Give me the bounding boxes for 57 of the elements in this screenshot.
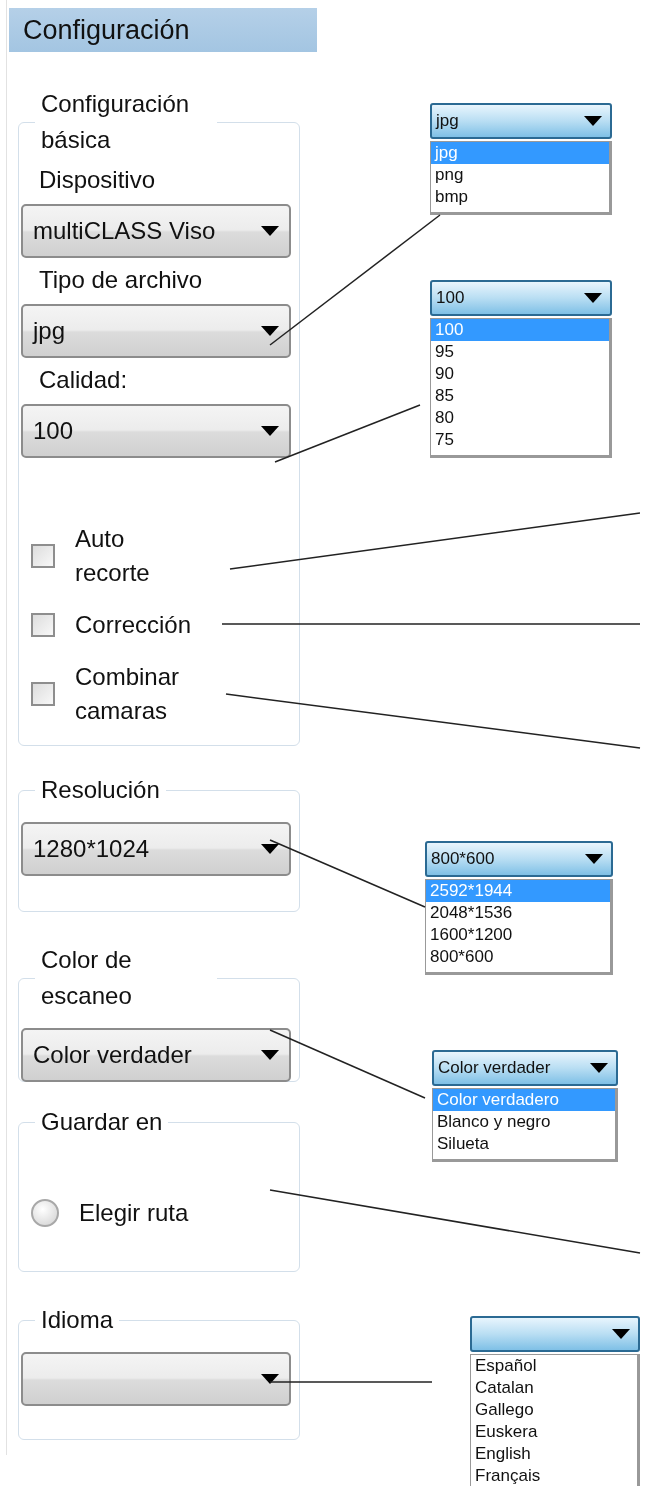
dropdown-option[interactable]: 800*600	[426, 946, 610, 968]
dropdown-option[interactable]: 90	[431, 363, 609, 385]
group-title: Color de escaneo	[40, 945, 133, 1011]
field-label: Calidad:	[39, 366, 129, 394]
checkbox-label: Combinar camaras	[75, 662, 181, 726]
panel-title: Configuración	[9, 8, 317, 52]
caret-icon	[585, 854, 603, 864]
dropdown-option[interactable]: Blanco y negro	[433, 1111, 615, 1133]
caret-icon	[584, 293, 602, 303]
checkbox[interactable]	[31, 613, 55, 637]
dropdown-option[interactable]: 80	[431, 407, 609, 429]
group-title: Resolución	[40, 775, 161, 805]
checkbox[interactable]	[31, 544, 55, 568]
dropdown-option[interactable]: bmp	[431, 186, 609, 208]
checkbox[interactable]	[31, 682, 55, 706]
field-label: Tipo de archivo	[39, 266, 204, 294]
combo-box[interactable]: Color verdader	[21, 1028, 291, 1082]
caret-icon	[261, 226, 279, 236]
checkbox-label: Auto recorte	[75, 524, 151, 588]
dropdown-header[interactable]: Color verdader	[432, 1050, 618, 1086]
dropdown-header[interactable]	[470, 1316, 640, 1352]
caret-icon	[612, 1329, 630, 1339]
caret-icon	[261, 1050, 279, 1060]
field-label: Dispositivo	[39, 166, 157, 194]
caret-icon	[584, 116, 602, 126]
dropdown-header[interactable]: 800*600	[425, 841, 613, 877]
dropdown-option[interactable]: Español	[471, 1355, 637, 1377]
dropdown-header[interactable]: jpg	[430, 103, 612, 139]
combo-box[interactable]	[21, 1352, 291, 1406]
radio-button[interactable]	[31, 1199, 59, 1227]
dropdown-option[interactable]: 2048*1536	[426, 902, 610, 924]
dropdown-option[interactable]: Français	[471, 1465, 637, 1486]
caret-icon	[261, 426, 279, 436]
dropdown-option[interactable]: 75	[431, 429, 609, 451]
dropdown-option[interactable]: 85	[431, 385, 609, 407]
caret-icon	[261, 326, 279, 336]
combo-box[interactable]: 1280*1024	[21, 822, 291, 876]
caret-icon	[261, 844, 279, 854]
group-title: Configuración básica	[40, 89, 191, 155]
group-title: Guardar en	[40, 1107, 164, 1137]
dropdown-option[interactable]: 95	[431, 341, 609, 363]
caret-icon	[261, 1374, 279, 1384]
combo-box[interactable]: jpg	[21, 304, 291, 358]
dropdown-option[interactable]: Gallego	[471, 1399, 637, 1421]
dropdown-option[interactable]: 1600*1200	[426, 924, 610, 946]
dropdown-option[interactable]: Catalan	[471, 1377, 637, 1399]
dropdown-option[interactable]: English	[471, 1443, 637, 1465]
dropdown-option[interactable]: png	[431, 164, 609, 186]
dropdown-option[interactable]: Euskera	[471, 1421, 637, 1443]
dropdown-header[interactable]: 100	[430, 280, 612, 316]
caret-icon	[590, 1063, 608, 1073]
group-title: Idioma	[40, 1305, 115, 1335]
radio-label: Elegir ruta	[79, 1198, 190, 1228]
combo-box[interactable]: 100	[21, 404, 291, 458]
checkbox-label: Corrección	[75, 610, 193, 640]
dropdown-option[interactable]: Silueta	[433, 1133, 615, 1155]
combo-box[interactable]: multiCLASS Viso	[21, 204, 291, 258]
